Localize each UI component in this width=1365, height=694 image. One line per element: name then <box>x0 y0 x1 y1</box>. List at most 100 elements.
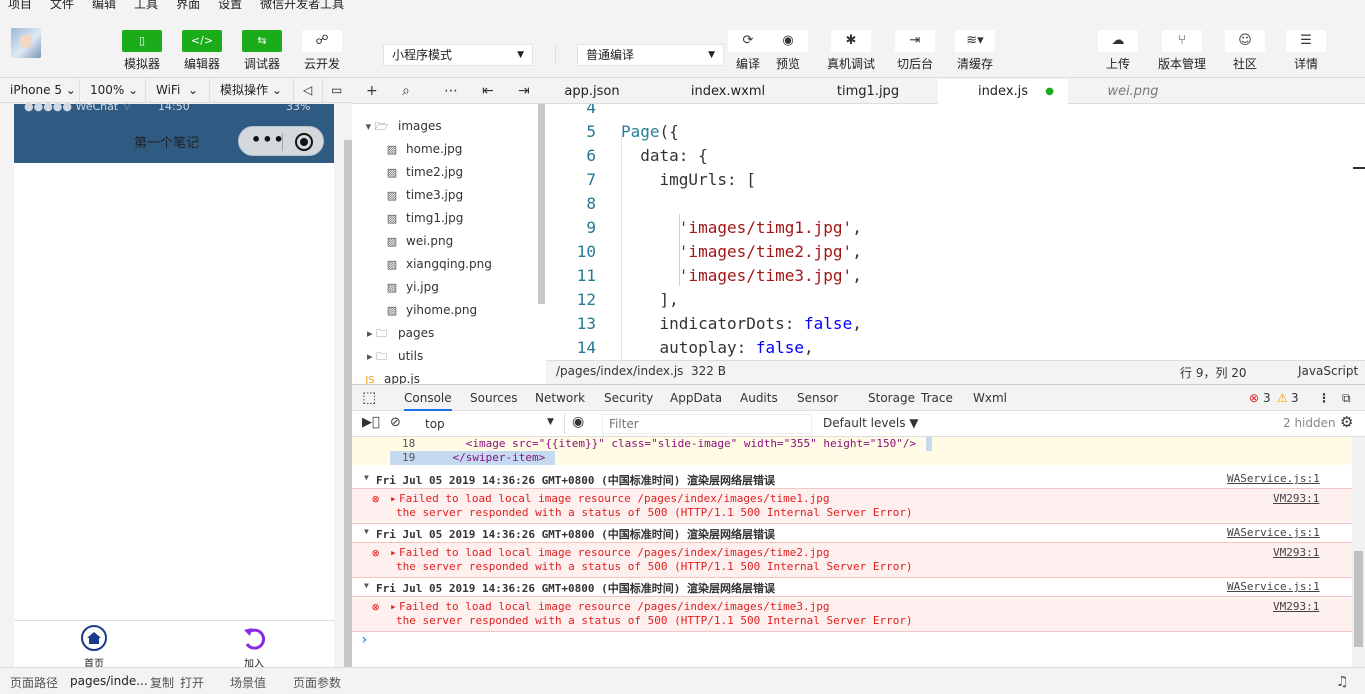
cursor-position[interactable]: 行 9，列 20 <box>1180 364 1247 381</box>
vm-source-link[interactable]: VM293:1 <box>1273 492 1319 505</box>
menu-item[interactable]: 工具 <box>134 0 158 11</box>
right-toolbar-button-3[interactable]: ☰ 详情 <box>1278 30 1334 72</box>
tab-add[interactable]: 加入 <box>224 624 284 670</box>
error-group-header[interactable]: ▼ Fri Jul 05 2019 14:36:26 GMT+0800 (中国标准… <box>352 471 1352 489</box>
more-icon[interactable]: ••• <box>251 130 285 149</box>
device-select[interactable]: iPhone 5 ⌄ <box>0 79 80 102</box>
file-tree-item[interactable]: ▸ 🗀 pages <box>364 322 434 345</box>
sim-ops-select[interactable]: 模拟操作 ⌄ <box>210 79 294 102</box>
devtools-tab-appdata[interactable]: AppData <box>670 391 722 405</box>
toolbar-button-0[interactable]: ▯ 模拟器 <box>114 30 170 72</box>
file-tree-item[interactable]: ▨ yi.jpg <box>386 276 439 299</box>
devtools-menu-icon[interactable]: ⋮ <box>1318 391 1330 405</box>
file-tree-item[interactable]: JS app.js <box>364 368 420 384</box>
tab-home[interactable]: 首页 <box>64 624 124 670</box>
add-file-icon[interactable]: + <box>366 83 378 99</box>
editor-tab[interactable]: app.json <box>546 79 638 104</box>
right-toolbar-button-2[interactable]: ☺ 社区 <box>1217 30 1273 72</box>
file-tree-scrollbar[interactable] <box>538 104 545 304</box>
file-tree-item[interactable]: ▨ xiangqing.png <box>386 253 492 276</box>
right-toolbar-button-0[interactable]: ☁ 上传 <box>1090 30 1146 72</box>
file-tree-item[interactable]: ▨ home.jpg <box>386 138 463 161</box>
console-filter-input[interactable] <box>602 414 812 434</box>
action-button-2[interactable]: ✱ 真机调试 <box>823 30 879 72</box>
file-tree-item[interactable]: ▨ wei.png <box>386 230 453 253</box>
zoom-select[interactable]: 100% ⌄ <box>80 79 146 102</box>
right-toolbar-button-1[interactable]: ⑂ 版本管理 <box>1154 30 1210 72</box>
file-tree-item[interactable]: ▸ 🗀 utils <box>364 345 423 368</box>
user-avatar[interactable] <box>11 28 41 58</box>
file-tree-item[interactable]: ▨ timg1.jpg <box>386 207 464 230</box>
devtools-tab-audits[interactable]: Audits <box>740 391 778 405</box>
close-mini-program-icon[interactable] <box>295 133 313 151</box>
scene-value-link[interactable]: 场景值 <box>230 674 266 691</box>
scroll-thumb[interactable] <box>1354 551 1363 647</box>
devtools-tab-trace[interactable]: Trace <box>921 391 953 405</box>
sound-icon[interactable]: ◁ <box>294 79 323 102</box>
toolbar-button-2[interactable]: ⇆ 调试器 <box>234 30 290 72</box>
gear-icon[interactable]: ⚙ <box>1340 413 1353 431</box>
vm-source-link[interactable]: VM293:1 <box>1273 600 1319 613</box>
vm-source-link[interactable]: VM293:1 <box>1273 546 1319 559</box>
open-link[interactable]: 打开 <box>180 674 204 691</box>
editor-tab[interactable]: timg1.jpg <box>818 79 918 104</box>
devtools-tab-security[interactable]: Security <box>604 391 653 405</box>
devtools-tab-sensor[interactable]: Sensor <box>797 391 838 405</box>
window-icon[interactable]: ▭ <box>323 79 352 102</box>
error-source-link[interactable]: WAService.js:1 <box>1227 526 1320 539</box>
error-icon[interactable]: ⊗ <box>1249 391 1259 405</box>
context-select[interactable]: top ▼ <box>415 413 565 434</box>
clear-console-icon[interactable]: ⊘ <box>390 415 401 430</box>
expand-arrow-icon[interactable]: ▸ <box>390 492 397 505</box>
simulator-scrollbar[interactable] <box>344 140 352 667</box>
capsule-menu[interactable]: ••• <box>238 126 324 156</box>
action-button-1[interactable]: ◉ 预览 <box>760 30 816 72</box>
network-select[interactable]: WiFi ⌄ <box>146 79 210 102</box>
error-source-link[interactable]: WAService.js:1 <box>1227 472 1320 485</box>
menu-item[interactable]: 微信开发者工具 <box>260 0 344 11</box>
file-tree-item[interactable]: ▾ 🗁 images <box>364 115 442 138</box>
sidebar-toggle-icon[interactable]: ▶⃞ <box>362 415 380 430</box>
inspect-icon[interactable]: ⬚ <box>362 388 376 406</box>
console-scrollbar[interactable] <box>1352 437 1365 667</box>
expand-triangle-icon[interactable]: ▼ <box>364 581 369 590</box>
more-icon[interactable]: ⋯ <box>444 83 458 99</box>
page-params-link[interactable]: 页面参数 <box>293 674 341 691</box>
toolbar-button-1[interactable]: </> 编辑器 <box>174 30 230 72</box>
editor-tab[interactable]: index.wxml <box>638 79 818 104</box>
menu-item[interactable]: 编辑 <box>92 0 116 11</box>
editor-tab[interactable]: wei.png <box>1068 79 1198 104</box>
mode-select[interactable]: 小程序模式 ▼ <box>383 44 533 66</box>
warning-icon[interactable]: ⚠ <box>1277 391 1288 405</box>
menu-item[interactable]: 文件 <box>50 0 74 11</box>
sort-icon[interactable]: ⇤ <box>482 83 494 99</box>
menu-item[interactable]: 设置 <box>218 0 242 11</box>
log-levels-select[interactable]: Default levels ▼ <box>823 416 919 430</box>
menu-item[interactable]: 项目 <box>8 0 32 11</box>
error-group-header[interactable]: ▼ Fri Jul 05 2019 14:36:26 GMT+0800 (中国标准… <box>352 579 1352 597</box>
action-button-4[interactable]: ≋▾ 清缓存 <box>947 30 1003 72</box>
file-tree-item[interactable]: ▨ yihome.png <box>386 299 477 322</box>
devtools-tab-wxml[interactable]: Wxml <box>973 391 1007 405</box>
menu-item[interactable]: 界面 <box>176 0 200 11</box>
split-icon[interactable]: ⇥ <box>518 83 530 99</box>
expand-arrow-icon[interactable]: ▸ <box>390 600 397 613</box>
editor-tab[interactable]: index.js ● <box>938 79 1068 104</box>
expand-triangle-icon[interactable]: ▼ <box>364 473 369 482</box>
cloud-dev-button[interactable]: ☍ 云开发 <box>294 30 350 72</box>
language-mode[interactable]: JavaScript <box>1298 364 1358 378</box>
compile-select[interactable]: 普通编译 ▼ <box>577 44 724 66</box>
error-count[interactable]: 3 <box>1263 391 1271 405</box>
search-icon[interactable]: ⌕ <box>402 83 410 99</box>
eye-icon[interactable]: ◉ <box>572 414 584 430</box>
file-tree-item[interactable]: ▨ time2.jpg <box>386 161 463 184</box>
file-tree-item[interactable]: ▨ time3.jpg <box>386 184 463 207</box>
error-source-link[interactable]: WAService.js:1 <box>1227 580 1320 593</box>
expand-arrow-icon[interactable]: ▸ <box>390 546 397 559</box>
devtools-tab-console[interactable]: Console <box>404 391 452 411</box>
devtools-tab-sources[interactable]: Sources <box>470 391 517 405</box>
expand-triangle-icon[interactable]: ▼ <box>364 527 369 536</box>
error-group-header[interactable]: ▼ Fri Jul 05 2019 14:36:26 GMT+0800 (中国标准… <box>352 525 1352 543</box>
action-button-3[interactable]: ⇥ 切后台 <box>887 30 943 72</box>
bell-icon[interactable]: ♫ <box>1336 674 1349 690</box>
